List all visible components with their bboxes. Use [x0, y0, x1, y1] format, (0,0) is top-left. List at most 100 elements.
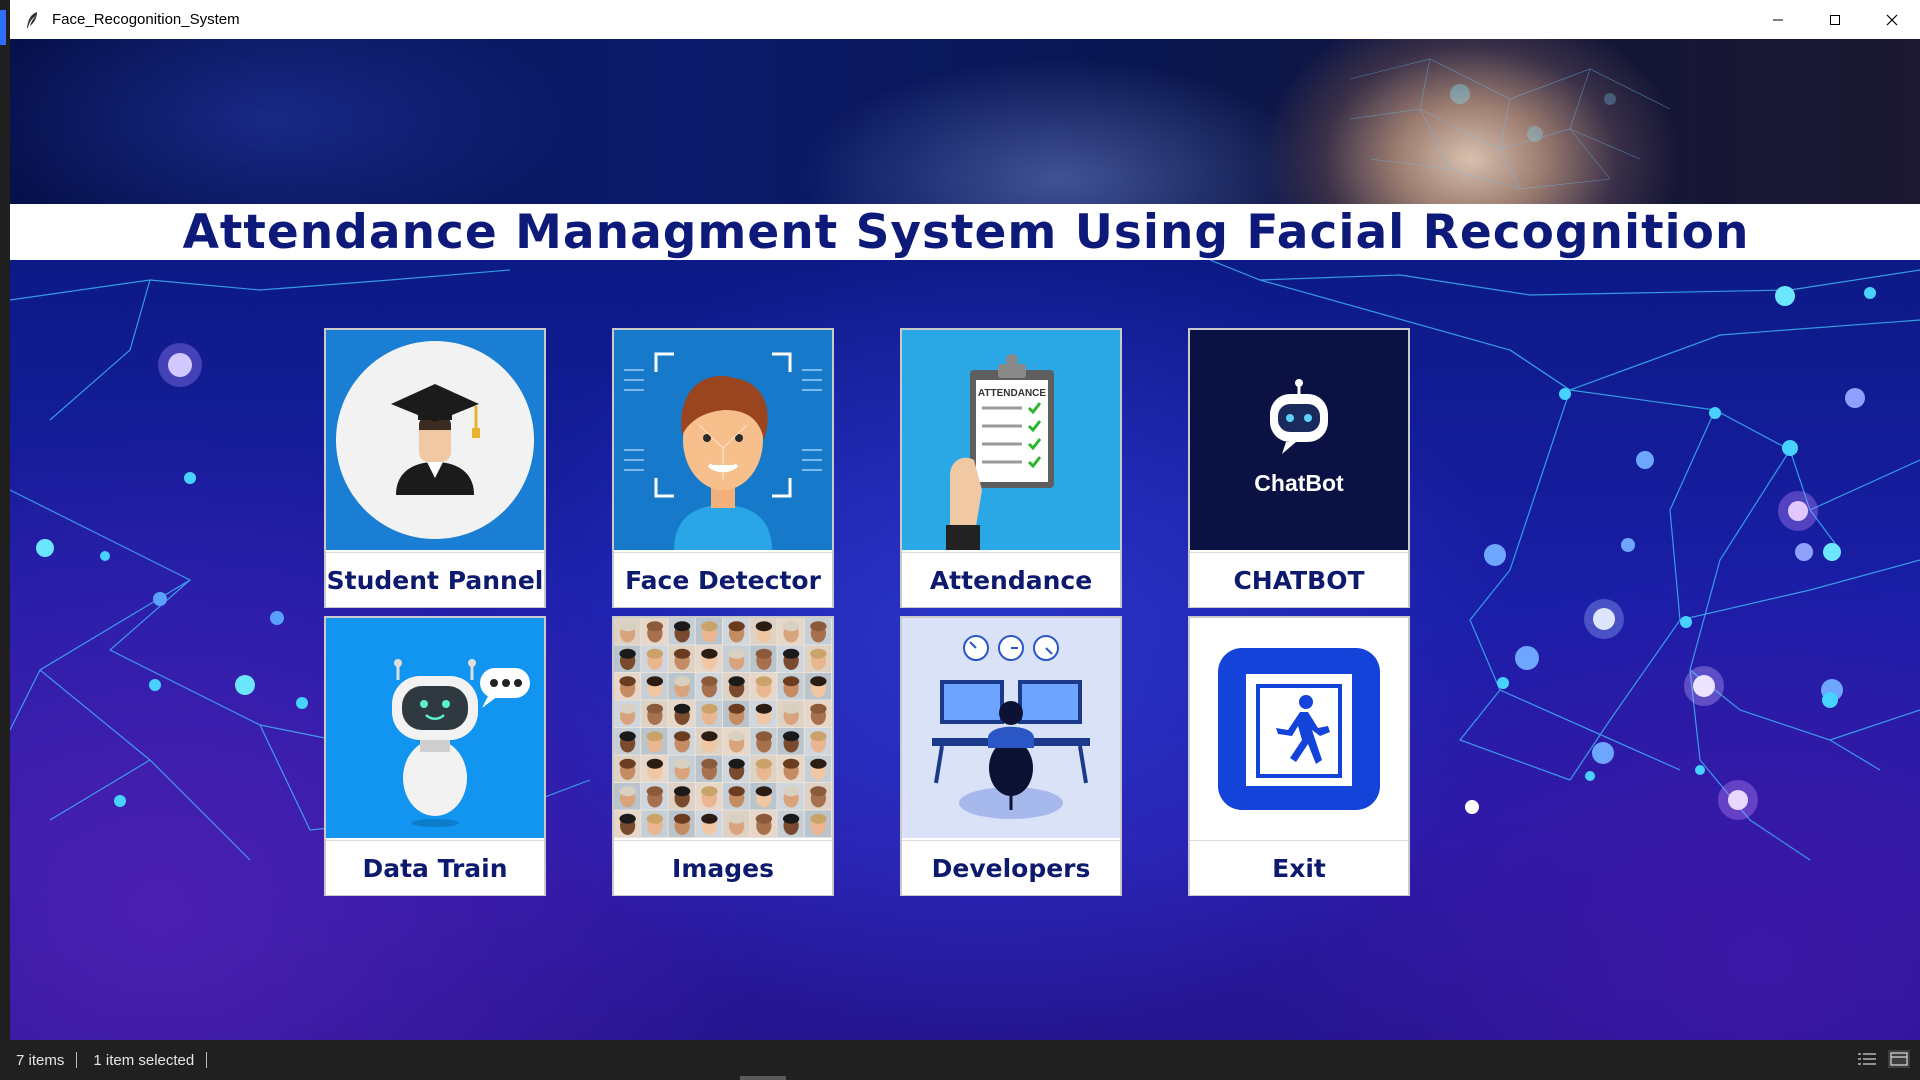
- portrait-thumbnail: [614, 673, 641, 700]
- portrait-thumbnail: [750, 810, 777, 837]
- portrait-thumbnail: [804, 810, 831, 837]
- tile-label: Exit: [1190, 840, 1408, 895]
- portrait-thumbnail: [723, 783, 750, 810]
- header-banner-image: [10, 39, 1920, 204]
- portrait-thumbnail: [804, 728, 831, 755]
- portrait-thumbnail: [750, 700, 777, 727]
- portrait-thumbnail: [804, 673, 831, 700]
- window-title: Face_Recogonition_System: [52, 11, 240, 28]
- images-tile[interactable]: Images: [612, 616, 834, 896]
- portrait-thumbnail: [723, 673, 750, 700]
- portrait-thumbnail: [695, 810, 722, 837]
- portrait-thumbnail: [750, 755, 777, 782]
- portrait-thumbnail: [723, 728, 750, 755]
- chatbot-tile[interactable]: ChatBot CHATBOT: [1188, 328, 1410, 608]
- portrait-thumbnail: [777, 618, 804, 645]
- portrait-thumbnail: [614, 700, 641, 727]
- portrait-thumbnail: [723, 810, 750, 837]
- heading-strip: Attendance Managment System Using Facial…: [12, 204, 1920, 260]
- portrait-thumbnail: [777, 673, 804, 700]
- tile-label: Student Pannel: [326, 552, 544, 607]
- portrait-thumbnail: [614, 783, 641, 810]
- portrait-thumbnail: [668, 755, 695, 782]
- left-desktop-edge: [0, 0, 10, 1040]
- student-pannel-tile[interactable]: Student Pannel: [324, 328, 546, 608]
- horizontal-scrollbar[interactable]: [740, 1076, 786, 1080]
- portrait-thumbnail: [777, 645, 804, 672]
- page-title: Attendance Managment System Using Facial…: [182, 204, 1750, 260]
- portrait-thumbnail: [695, 673, 722, 700]
- developers-tile[interactable]: Developers: [900, 616, 1122, 896]
- minimize-button[interactable]: [1749, 0, 1806, 39]
- portrait-thumbnail: [668, 783, 695, 810]
- portrait-thumbnail: [614, 645, 641, 672]
- portrait-thumbnail: [641, 810, 668, 837]
- feather-icon: [22, 10, 42, 30]
- portrait-thumbnail: [668, 810, 695, 837]
- portrait-thumbnail: [695, 618, 722, 645]
- portrait-thumbnail: [750, 673, 777, 700]
- items-count: 7 items: [16, 1051, 65, 1069]
- portrait-thumbnail: [723, 700, 750, 727]
- portrait-thumbnail: [695, 645, 722, 672]
- chatbot-image-text: ChatBot: [1254, 470, 1344, 496]
- portrait-thumbnail: [723, 618, 750, 645]
- portrait-thumbnail: [641, 645, 668, 672]
- portrait-thumbnail: [750, 618, 777, 645]
- portrait-thumbnail: [668, 700, 695, 727]
- status-separator: [206, 1052, 208, 1068]
- portrait-thumbnail: [750, 645, 777, 672]
- portrait-thumbnail: [641, 700, 668, 727]
- portrait-thumbnail: [641, 783, 668, 810]
- portrait-thumbnail: [804, 783, 831, 810]
- exit-door-icon: [1190, 618, 1408, 838]
- exit-tile[interactable]: Exit: [1188, 616, 1410, 896]
- status-separator: [76, 1052, 78, 1068]
- data-train-tile[interactable]: Data Train: [324, 616, 546, 896]
- robot-chat-icon: [326, 618, 544, 838]
- portrait-thumbnail: [641, 673, 668, 700]
- portrait-thumbnail: [804, 618, 831, 645]
- portrait-thumbnail: [668, 673, 695, 700]
- student-graduate-icon: [326, 330, 544, 550]
- face-detector-tile[interactable]: Face Detector: [612, 328, 834, 608]
- tile-label: Images: [614, 840, 832, 895]
- portrait-thumbnail: [723, 755, 750, 782]
- large-icons-view-icon[interactable]: [1888, 1050, 1910, 1068]
- tile-label: Attendance: [902, 552, 1120, 607]
- portrait-thumbnail: [777, 728, 804, 755]
- portrait-thumbnail: [668, 728, 695, 755]
- portrait-thumbnail: [777, 700, 804, 727]
- portrait-thumbnail: [695, 783, 722, 810]
- tile-label: Face Detector: [614, 552, 832, 607]
- portrait-thumbnail: [641, 728, 668, 755]
- status-bar: 7 items 1 item selected: [0, 1040, 1920, 1080]
- portrait-thumbnail: [614, 810, 641, 837]
- app-window: Face_Recogonition_System Attendance Mana…: [10, 0, 1920, 1040]
- face-grid-icon: [614, 618, 832, 838]
- tile-label: Data Train: [326, 840, 544, 895]
- maximize-button[interactable]: [1806, 0, 1863, 39]
- face-mesh-graphic: [1349, 58, 1671, 190]
- chatbot-icon: ChatBot: [1190, 330, 1408, 550]
- portrait-thumbnail: [668, 618, 695, 645]
- attendance-clipboard-icon: ATTENDANCE: [902, 330, 1120, 550]
- details-view-icon[interactable]: [1856, 1050, 1878, 1068]
- close-button[interactable]: [1863, 0, 1920, 39]
- portrait-thumbnail: [695, 755, 722, 782]
- attendance-tile[interactable]: ATTENDANCE Attendance: [900, 328, 1122, 608]
- portrait-thumbnail: [777, 755, 804, 782]
- face-scan-icon: [614, 330, 832, 550]
- title-bar[interactable]: Face_Recogonition_System: [10, 0, 1920, 39]
- portrait-thumbnail: [614, 728, 641, 755]
- tile-label: CHATBOT: [1190, 552, 1408, 607]
- portrait-thumbnail: [614, 755, 641, 782]
- portrait-thumbnail: [777, 783, 804, 810]
- portrait-thumbnail: [723, 645, 750, 672]
- portrait-thumbnail: [641, 755, 668, 782]
- portrait-thumbnail: [695, 728, 722, 755]
- portrait-thumbnail: [777, 810, 804, 837]
- portrait-thumbnail: [695, 700, 722, 727]
- tile-label: Developers: [902, 840, 1120, 895]
- portrait-thumbnail: [614, 618, 641, 645]
